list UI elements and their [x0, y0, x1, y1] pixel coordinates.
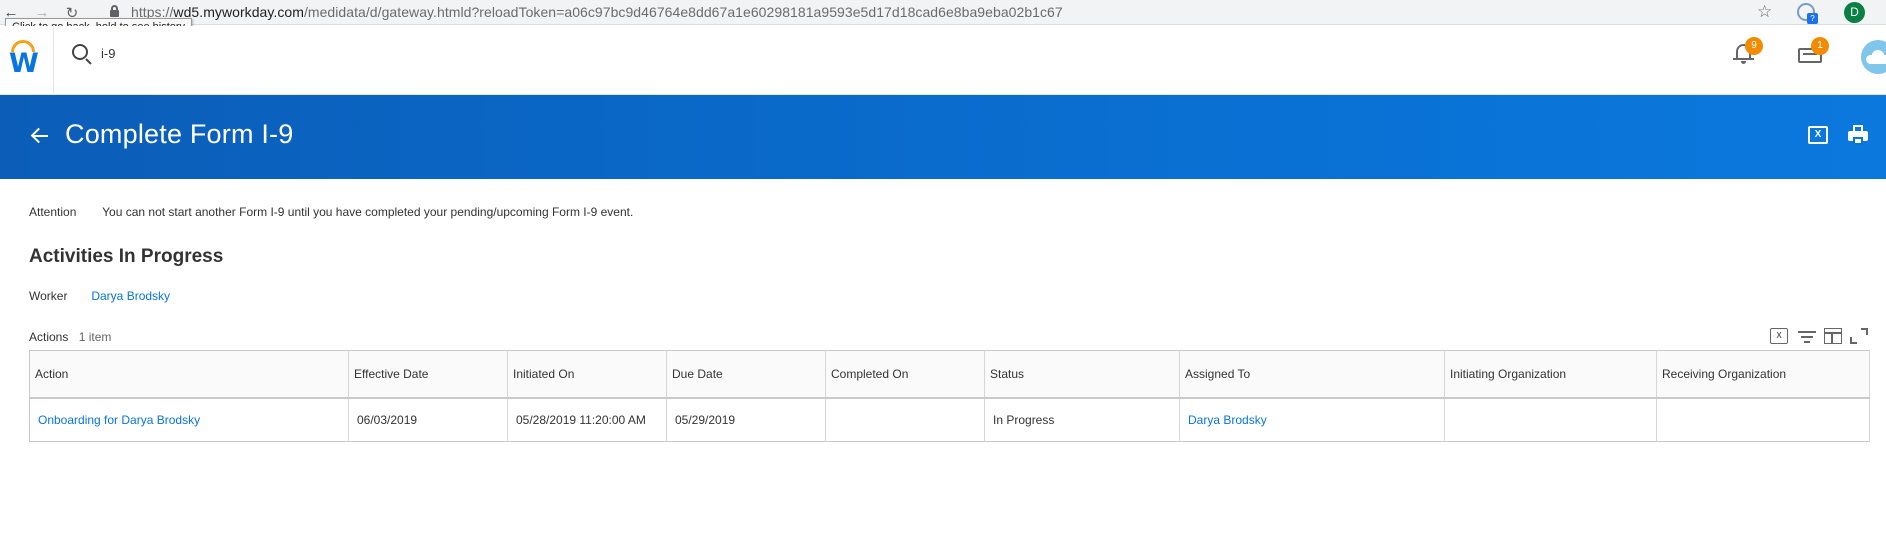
cell-initiated-on: 05/28/2019 11:20:00 AM [507, 397, 667, 442]
grid-export-excel-icon[interactable]: X [1770, 328, 1788, 344]
column-header-assigned-to[interactable]: Assigned To [1179, 350, 1445, 399]
table-row: Onboarding for Darya Brodsky 06/03/2019 … [29, 397, 1870, 442]
table-header-row: Action Effective Date Initiated On Due D… [29, 350, 1870, 399]
column-header-completed-on[interactable]: Completed On [825, 350, 985, 399]
profile-avatar[interactable]: D [1844, 2, 1865, 23]
inbox-count-badge: 1 [1811, 37, 1829, 55]
section-title: Activities In Progress [29, 246, 224, 267]
url-path: /medidata/d/gateway.htmld?reloadToken=a0… [303, 4, 1063, 20]
cell-assigned-to: Darya Brodsky [1179, 397, 1445, 442]
cell-completed-on [825, 397, 985, 442]
cell-action: Onboarding for Darya Brodsky [29, 397, 349, 442]
grid-fullscreen-icon[interactable] [1850, 328, 1868, 344]
actions-grid-header: Actions 1 item [29, 330, 111, 344]
worker-label: Worker [29, 289, 68, 303]
worker-field: Worker Darya Brodsky [29, 289, 170, 303]
actions-label: Actions [29, 330, 69, 344]
actions-item-count: 1 item [78, 330, 112, 344]
url-host: wd5.myworkday.com [173, 4, 304, 20]
bookmark-star-icon[interactable]: ☆ [1757, 2, 1772, 22]
page-header: Complete Form I-9 X [0, 95, 1886, 179]
attention-label: Attention [29, 205, 77, 219]
action-link[interactable]: Onboarding for Darya Brodsky [38, 413, 200, 427]
column-header-action[interactable]: Action [29, 350, 349, 399]
cell-status: In Progress [984, 397, 1180, 442]
assigned-to-link[interactable]: Darya Brodsky [1188, 413, 1267, 427]
extension-icon[interactable]: ? [1797, 3, 1818, 24]
back-arrow-icon[interactable] [30, 126, 50, 146]
column-header-effective-date[interactable]: Effective Date [348, 350, 508, 399]
attention-text: You can not start another Form I-9 until… [102, 205, 634, 219]
workday-logo[interactable]: W [0, 26, 54, 95]
browser-toolbar: ← → ↻ https://wd5.myworkday.com/medidata… [0, 0, 1886, 25]
column-header-status[interactable]: Status [984, 350, 1180, 399]
logo-letter: W [9, 48, 39, 79]
user-profile-cloud-icon[interactable] [1861, 40, 1886, 74]
address-bar[interactable]: https://wd5.myworkday.com/medidata/d/gat… [131, 4, 1063, 20]
column-header-initiating-organization[interactable]: Initiating Organization [1444, 350, 1657, 399]
extension-badge: ? [1807, 13, 1818, 24]
lock-icon[interactable] [110, 5, 119, 17]
column-header-receiving-organization[interactable]: Receiving Organization [1656, 350, 1870, 399]
page-title: Complete Form I-9 [65, 119, 294, 149]
cell-initiating-organization [1444, 397, 1657, 442]
column-header-due-date[interactable]: Due Date [666, 350, 826, 399]
cell-receiving-organization [1656, 397, 1870, 442]
export-excel-icon[interactable]: X [1808, 126, 1828, 144]
search-input[interactable] [101, 42, 401, 64]
grid-columns-icon[interactable] [1824, 328, 1842, 344]
attention-message: Attention You can not start another Form… [29, 205, 633, 219]
grid-filter-icon[interactable] [1798, 328, 1816, 344]
print-icon[interactable] [1848, 125, 1868, 145]
search-icon[interactable] [72, 44, 88, 60]
cell-due-date: 05/29/2019 [666, 397, 826, 442]
actions-table: Action Effective Date Initiated On Due D… [29, 350, 1870, 442]
column-header-initiated-on[interactable]: Initiated On [507, 350, 667, 399]
worker-link[interactable]: Darya Brodsky [91, 289, 170, 303]
notifications-count-badge: 9 [1745, 37, 1763, 55]
app-top-bar: W 9 1 [0, 26, 1886, 95]
cell-effective-date: 06/03/2019 [348, 397, 508, 442]
